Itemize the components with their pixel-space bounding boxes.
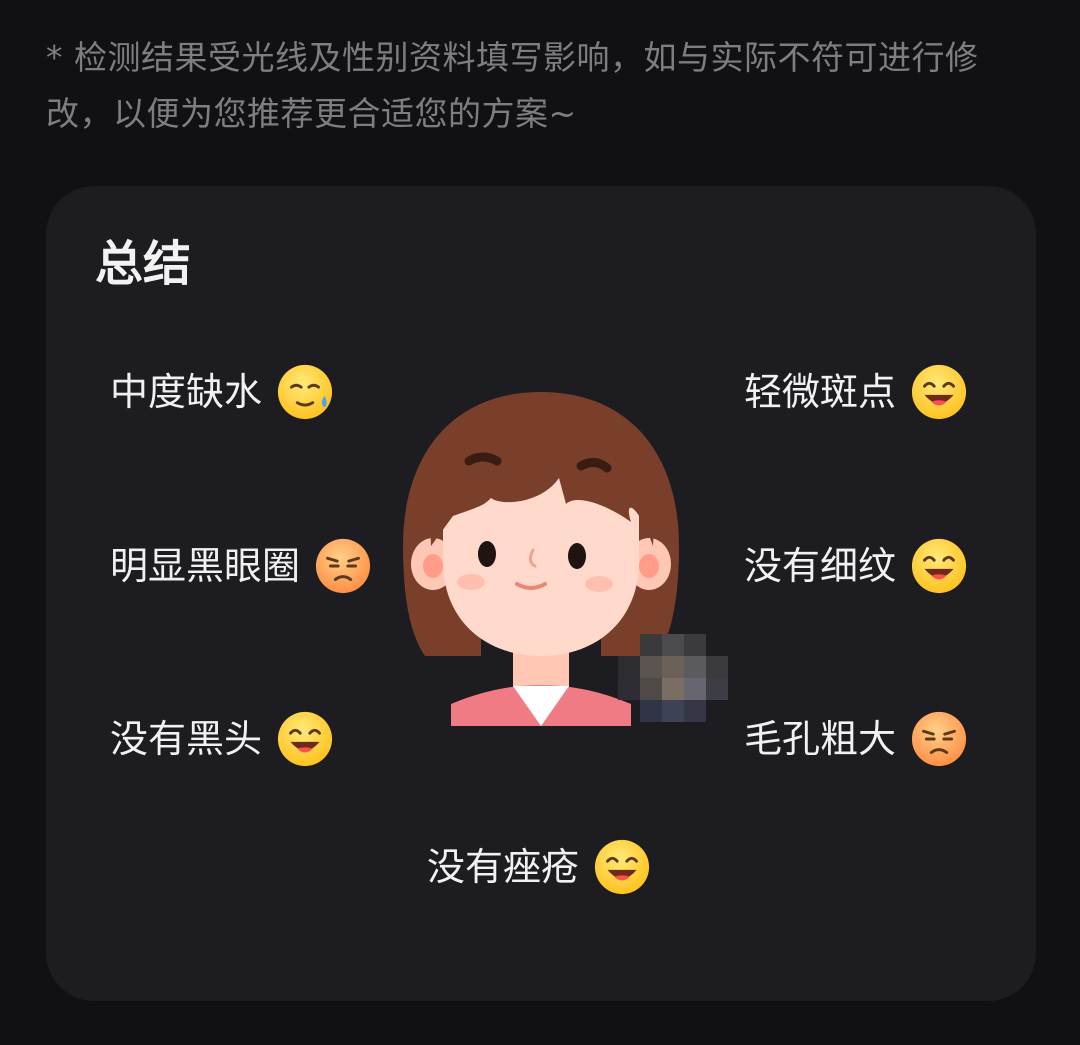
summary-item-fine-lines: 没有细纹 (744, 536, 968, 596)
summary-item-enlarged-pores: 毛孔粗大 (744, 709, 968, 769)
grinning-tongue-face-icon (911, 538, 967, 594)
summary-item-acne: 没有痤疮 (427, 837, 651, 897)
skin-analysis-page: * 检测结果受光线及性别资料填写影响，如与实际不符可进行修改，以便为您推荐更合适… (0, 0, 1080, 1045)
frowning-face-icon (315, 538, 371, 594)
grinning-tongue-face-icon (277, 711, 333, 767)
summary-item-label: 中度缺水 (110, 370, 263, 414)
summary-card: 总结 中度缺水 明显黑眼圈 没有黑头 轻微斑点 没有细纹 毛孔粗大 没有痤疮 (46, 186, 1036, 1001)
summary-item-blackheads: 没有黑头 (110, 709, 334, 769)
mosaic-overlay (618, 634, 728, 722)
grinning-tongue-face-icon (911, 364, 967, 420)
summary-item-label: 毛孔粗大 (744, 717, 897, 761)
summary-item-dehydration: 中度缺水 (110, 362, 334, 422)
summary-item-spots: 轻微斑点 (744, 362, 968, 422)
frowning-face-icon (911, 711, 967, 767)
summary-item-dark-circles: 明显黑眼圈 (110, 536, 372, 596)
detection-notice: * 检测结果受光线及性别资料填写影响，如与实际不符可进行修改，以便为您推荐更合适… (46, 38, 979, 133)
summary-item-label: 轻微斑点 (744, 370, 897, 414)
summary-item-label: 没有痤疮 (427, 845, 580, 889)
sweat-smile-face-icon (277, 364, 333, 420)
summary-item-label: 没有细纹 (744, 544, 897, 588)
summary-item-label: 没有黑头 (110, 717, 263, 761)
summary-item-label: 明显黑眼圈 (110, 544, 301, 588)
summary-title: 总结 (95, 236, 192, 292)
grinning-tongue-face-icon (594, 839, 650, 895)
